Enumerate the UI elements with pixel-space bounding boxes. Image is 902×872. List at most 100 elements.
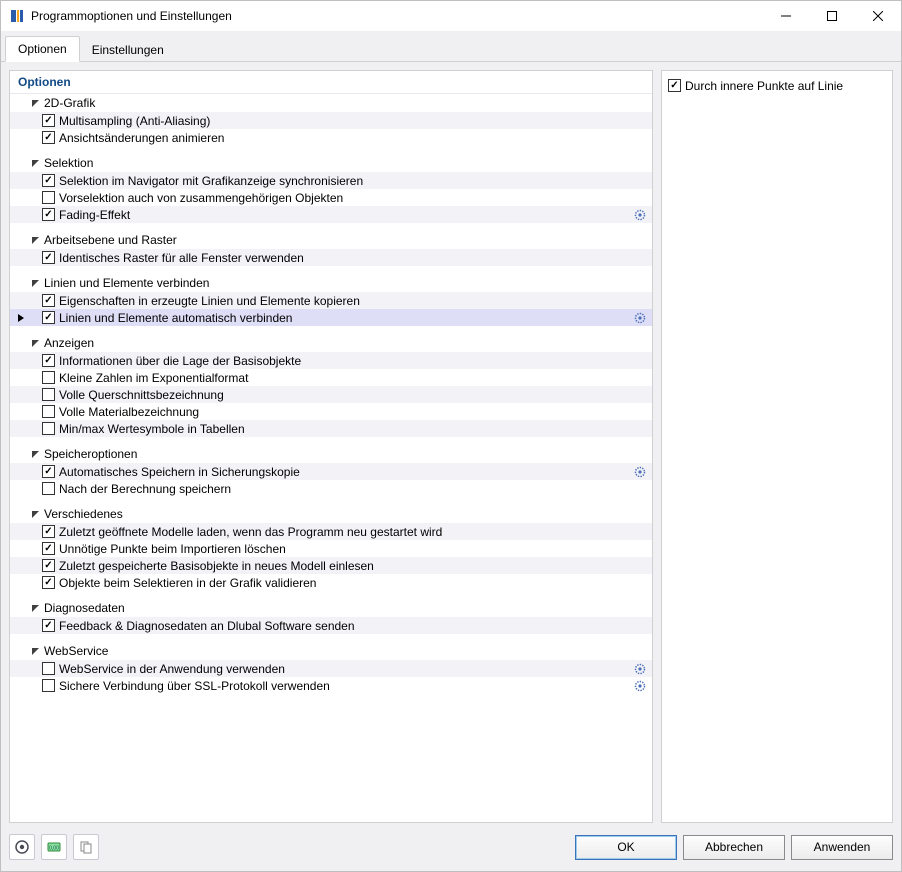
option-full_cs[interactable]: Volle Querschnittsbezeichnung [10, 386, 652, 403]
option-use_ws[interactable]: WebService in der Anwendung verwenden [10, 660, 652, 677]
checkbox[interactable] [42, 465, 55, 478]
option-save_after_calc[interactable]: Nach der Berechnung speichern [10, 480, 652, 497]
option-label: Informationen über die Lage der Basisobj… [59, 354, 630, 368]
tab-options[interactable]: Optionen [5, 36, 80, 62]
group-diag[interactable]: Diagnosedaten [10, 599, 652, 617]
checkbox[interactable] [42, 559, 55, 572]
checkbox[interactable] [42, 371, 55, 384]
option-send_diag[interactable]: Feedback & Diagnosedaten an Dlubal Softw… [10, 617, 652, 634]
option-del_unneeded[interactable]: Unnötige Punkte beim Importieren löschen [10, 540, 652, 557]
option-label: Nach der Berechnung speichern [59, 482, 630, 496]
chevron-down-icon[interactable] [28, 233, 42, 247]
app-icon [9, 8, 25, 24]
checkbox[interactable] [42, 191, 55, 204]
svg-text:0,00: 0,00 [49, 846, 59, 852]
checkbox[interactable] [42, 114, 55, 127]
group-connect[interactable]: Linien und Elemente verbinden [10, 274, 652, 292]
group-workplane[interactable]: Arbeitsebene und Raster [10, 231, 652, 249]
checkbox[interactable] [42, 422, 55, 435]
units-button[interactable]: 0,00 [41, 834, 67, 860]
window-controls [763, 1, 901, 31]
group-selection[interactable]: Selektion [10, 154, 652, 172]
checkbox[interactable] [42, 251, 55, 264]
checkbox[interactable] [42, 482, 55, 495]
ok-button[interactable]: OK [575, 835, 677, 860]
chevron-down-icon[interactable] [28, 644, 42, 658]
option-autosave[interactable]: Automatisches Speichern in Sicherungskop… [10, 463, 652, 480]
option-read_base[interactable]: Zuletzt gespeicherte Basisobjekte in neu… [10, 557, 652, 574]
option-minmax[interactable]: Min/max Wertesymbole in Tabellen [10, 420, 652, 437]
group-display[interactable]: Anzeigen [10, 334, 652, 352]
option-label: Selektion im Navigator mit Grafikanzeige… [59, 174, 630, 188]
chevron-down-icon[interactable] [28, 96, 42, 110]
through-inner-points-row[interactable]: Durch innere Punkte auf Linie [668, 77, 886, 94]
group-label: Arbeitsebene und Raster [44, 233, 177, 247]
option-view_anim[interactable]: Ansichtsänderungen animieren [10, 129, 652, 146]
checkbox[interactable] [42, 174, 55, 187]
option-load_recent[interactable]: Zuletzt geöffnete Modelle laden, wenn da… [10, 523, 652, 540]
defaults-button[interactable] [73, 834, 99, 860]
option-validate_sel[interactable]: Objekte beim Selektieren in der Grafik v… [10, 574, 652, 591]
checkbox[interactable] [42, 619, 55, 632]
bottom-bar: 0,00 OK Abbrechen Anwenden [9, 831, 893, 863]
chevron-down-icon[interactable] [28, 336, 42, 350]
option-label: Min/max Wertesymbole in Tabellen [59, 422, 630, 436]
checkbox[interactable] [42, 576, 55, 589]
help-button[interactable] [9, 834, 35, 860]
checkbox[interactable] [42, 405, 55, 418]
option-same_grid[interactable]: Identisches Raster für alle Fenster verw… [10, 249, 652, 266]
checkbox[interactable] [42, 294, 55, 307]
checkbox[interactable] [42, 354, 55, 367]
checkbox[interactable] [42, 542, 55, 555]
group-misc[interactable]: Verschiedenes [10, 505, 652, 523]
option-label: Vorselektion auch von zusammengehörigen … [59, 191, 630, 205]
gear-icon[interactable] [630, 680, 650, 692]
option-preselect[interactable]: Vorselektion auch von zusammengehörigen … [10, 189, 652, 206]
gear-icon[interactable] [630, 209, 650, 221]
titlebar: Programmoptionen und Einstellungen [1, 1, 901, 31]
checkbox[interactable] [42, 388, 55, 401]
checkbox[interactable] [42, 131, 55, 144]
chevron-down-icon[interactable] [28, 507, 42, 521]
option-label: Zuletzt geöffnete Modelle laden, wenn da… [59, 525, 630, 539]
option-fading[interactable]: Fading-Effekt [10, 206, 652, 223]
checkbox[interactable] [42, 208, 55, 221]
panel-header: Optionen [10, 71, 652, 94]
chevron-down-icon[interactable] [28, 447, 42, 461]
checkbox[interactable] [42, 679, 55, 692]
checkbox[interactable] [42, 311, 55, 324]
option-full_mat[interactable]: Volle Materialbezeichnung [10, 403, 652, 420]
option-multisampling[interactable]: Multisampling (Anti-Aliasing) [10, 112, 652, 129]
option-ssl[interactable]: Sichere Verbindung über SSL-Protokoll ve… [10, 677, 652, 694]
checkbox[interactable] [42, 525, 55, 538]
chevron-down-icon[interactable] [28, 156, 42, 170]
option-small_exp[interactable]: Kleine Zahlen im Exponentialformat [10, 369, 652, 386]
options-window: Programmoptionen und Einstellungen Optio… [0, 0, 902, 872]
through-inner-points-checkbox[interactable] [668, 79, 681, 92]
gear-icon[interactable] [630, 663, 650, 675]
group-ws[interactable]: WebService [10, 642, 652, 660]
gear-icon[interactable] [630, 312, 650, 324]
row-marker [14, 314, 28, 322]
maximize-button[interactable] [809, 1, 855, 31]
option-base_info[interactable]: Informationen über die Lage der Basisobj… [10, 352, 652, 369]
group-label: Speicheroptionen [44, 447, 137, 461]
apply-button[interactable]: Anwenden [791, 835, 893, 860]
options-tree[interactable]: 2D-GrafikMultisampling (Anti-Aliasing) An… [10, 94, 652, 822]
cancel-button[interactable]: Abbrechen [683, 835, 785, 860]
gear-icon[interactable] [630, 466, 650, 478]
option-label: Ansichtsänderungen animieren [59, 131, 630, 145]
option-auto_connect[interactable]: Linien und Elemente automatisch verbinde… [10, 309, 652, 326]
tab-bar: Optionen Einstellungen [1, 31, 901, 62]
chevron-down-icon[interactable] [28, 601, 42, 615]
group-save[interactable]: Speicheroptionen [10, 445, 652, 463]
checkbox[interactable] [42, 662, 55, 675]
close-button[interactable] [855, 1, 901, 31]
chevron-down-icon[interactable] [28, 276, 42, 290]
option-copy_props[interactable]: Eigenschaften in erzeugte Linien und Ele… [10, 292, 652, 309]
minimize-button[interactable] [763, 1, 809, 31]
group-label: WebService [44, 644, 108, 658]
option-sync_nav[interactable]: Selektion im Navigator mit Grafikanzeige… [10, 172, 652, 189]
tab-settings[interactable]: Einstellungen [80, 38, 176, 62]
group-g2d[interactable]: 2D-Grafik [10, 94, 652, 112]
